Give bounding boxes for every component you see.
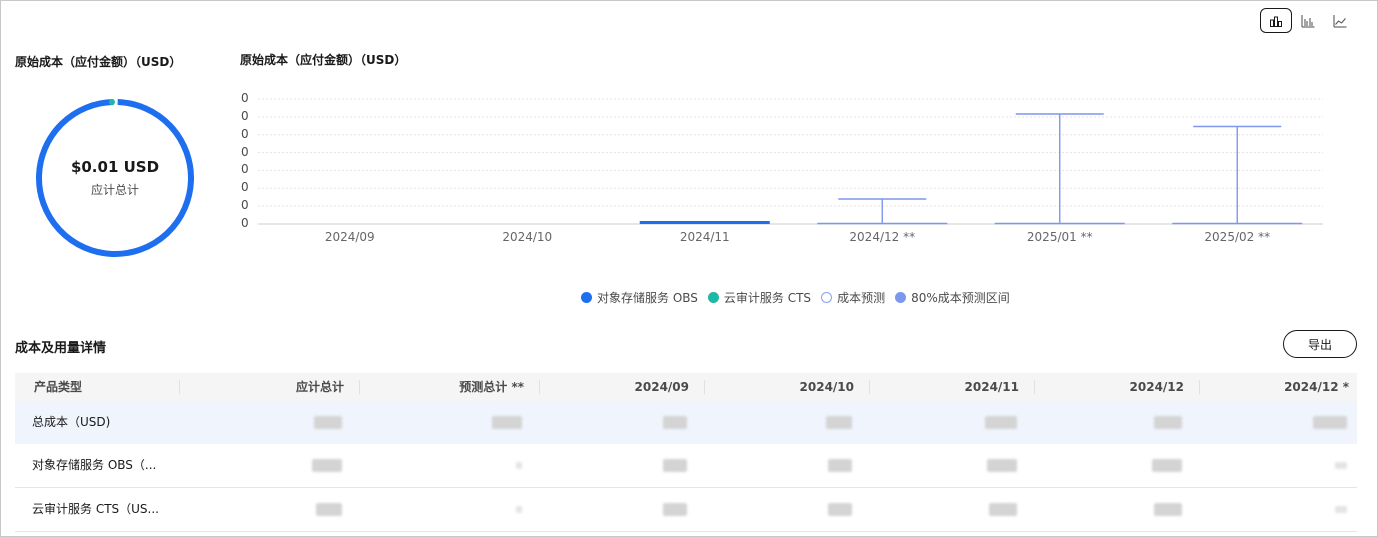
table-body: 总成本（USD) 对象存储服务 OBS（... 云审计服务 CTS（US...: [15, 401, 1357, 532]
redacted-value: [663, 503, 687, 516]
column-header[interactable]: 2024/11: [965, 373, 1019, 401]
redacted-value: [989, 503, 1017, 516]
legend-marker-icon: [581, 292, 592, 303]
column-divider: [1034, 380, 1035, 394]
redacted-value: [1313, 416, 1347, 429]
legend-marker-icon: [821, 292, 833, 303]
redacted-value: [663, 416, 687, 429]
redacted-value: [987, 459, 1017, 472]
product-name: 总成本（USD): [32, 415, 111, 429]
column-header[interactable]: 2024/12 *: [1284, 373, 1349, 401]
legend-item[interactable]: 云审计服务 CTS: [707, 289, 812, 306]
redacted-value: [1335, 462, 1347, 469]
chart-legend: 对象存储服务 OBS 云审计服务 CTS 成本预测 80%成本预测区间: [581, 289, 1020, 306]
column-divider: [359, 380, 360, 394]
column-header[interactable]: 应计总计: [296, 373, 344, 401]
legend-label: 80%成本预测区间: [911, 291, 1010, 305]
redacted-value: [1154, 416, 1182, 429]
redacted-value: [663, 459, 687, 472]
product-name: 对象存储服务 OBS（...: [32, 458, 157, 472]
column-header[interactable]: 预测总计 **: [459, 373, 524, 401]
legend-marker-icon: [707, 292, 719, 303]
redacted-value: [1152, 459, 1182, 472]
redacted-value: [826, 416, 852, 429]
redacted-value: [828, 503, 852, 516]
column-header[interactable]: 产品类型: [34, 373, 82, 401]
legend-label: 云审计服务 CTS: [723, 291, 812, 305]
legend-item[interactable]: 成本预测: [821, 289, 885, 306]
column-divider: [1199, 380, 1200, 394]
redacted-value: [316, 503, 342, 516]
column-header[interactable]: 2024/10: [800, 373, 854, 401]
export-button[interactable]: 导出: [1283, 330, 1357, 358]
redacted-value: [314, 416, 342, 429]
redacted-value: [1154, 503, 1182, 516]
legend-label: 对象存储服务 OBS: [597, 291, 698, 305]
redacted-value: [492, 416, 522, 429]
total-cost-row[interactable]: 总成本（USD): [15, 401, 1357, 444]
legend-item[interactable]: 对象存储服务 OBS: [581, 289, 698, 306]
column-divider: [869, 380, 870, 394]
column-header[interactable]: 2024/09: [635, 373, 689, 401]
legend-marker-icon: [895, 292, 907, 303]
product-name: 云审计服务 CTS（US...: [32, 502, 159, 516]
cost-details-table: 产品类型 应计总计 预测总计 ** 2024/09 2024/10 2024/11 2024…: [15, 373, 1357, 532]
cost-chart: [258, 98, 1323, 225]
details-title: 成本及用量详情: [15, 341, 107, 356]
obs-bar: [639, 221, 770, 224]
redacted-value: [516, 462, 522, 469]
table-row[interactable]: 对象存储服务 OBS（...: [15, 444, 1357, 488]
redacted-value: [312, 459, 342, 472]
column-divider: [179, 380, 180, 394]
legend-item[interactable]: 80%成本预测区间: [895, 289, 1010, 306]
redacted-value: [516, 506, 522, 513]
redacted-value: [985, 416, 1017, 429]
redacted-value: [828, 459, 852, 472]
table-row[interactable]: 云审计服务 CTS（US...: [15, 488, 1357, 532]
redacted-value: [1335, 506, 1347, 513]
column-divider: [704, 380, 705, 394]
column-header[interactable]: 2024/12: [1130, 373, 1184, 401]
table-header: 产品类型 应计总计 预测总计 ** 2024/09 2024/10 2024/11 2024…: [15, 373, 1357, 401]
legend-label: 成本预测: [837, 291, 886, 305]
column-divider: [539, 380, 540, 394]
